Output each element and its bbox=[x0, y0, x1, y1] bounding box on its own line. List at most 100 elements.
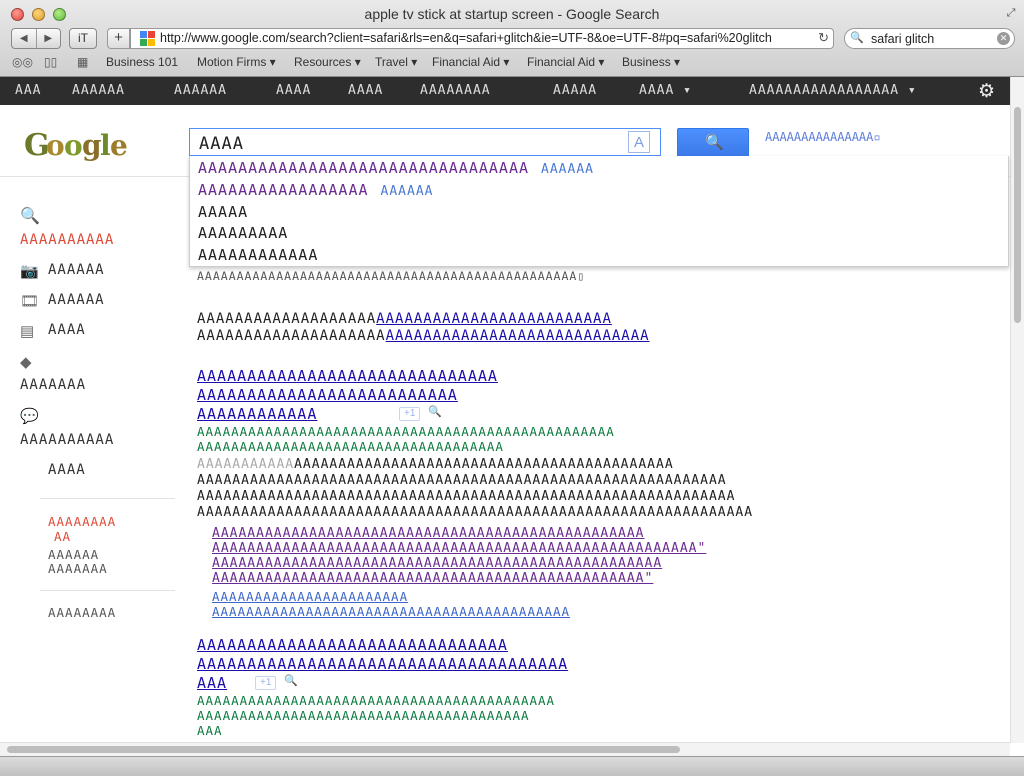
gbar-item-3[interactable]: AAAAAA bbox=[174, 84, 227, 98]
browser-chrome: apple tv stick at startup screen - Googl… bbox=[0, 0, 1024, 77]
bookmark-financial-aid[interactable]: Financial Aid ▾ bbox=[432, 55, 509, 69]
forward-button[interactable]: ▶ bbox=[37, 29, 61, 48]
notice-link-1[interactable]: AAAAAAAAAAAAAAAAAAAAAAAAA bbox=[376, 311, 612, 327]
sitelink[interactable]: AAAAAAAAAAAAAAAAAAAAAAAAAAAAAAAAAAAAAAAA… bbox=[212, 556, 1007, 571]
svg-text:o: o bbox=[46, 129, 65, 162]
it-extension-button[interactable]: iT bbox=[69, 28, 97, 49]
address-bar[interactable]: http://www.google.com/search?client=safa… bbox=[130, 28, 834, 49]
result-title[interactable]: AAAAAAAAAAAAAAAAAAAAAAAAAA bbox=[197, 386, 1007, 404]
suggestion-item[interactable]: AAAAA bbox=[198, 203, 248, 221]
browser-search-input[interactable] bbox=[871, 30, 991, 47]
result-snippet: AAAAAAAAAAAAAAAAAAAAAAAAAAAAAAAAAAAAAAAA… bbox=[197, 489, 736, 504]
search-button[interactable]: 🔍 bbox=[677, 128, 749, 157]
result-url: AAAAAAAAAAAAAAAAAAAAAAAAAAAAAAAAAAAAAAAA… bbox=[197, 693, 556, 708]
gbar-item-2[interactable]: AAAAAA bbox=[72, 84, 125, 98]
bookmark-financial-aid-2[interactable]: Financial Aid ▾ bbox=[527, 55, 604, 69]
suggestion-item[interactable]: AAAAAAAAAAAA bbox=[198, 246, 318, 264]
nav-shopping[interactable]: AAAAAAA bbox=[20, 377, 86, 393]
result-snippet: AAAAAAAAAAAAAAAAAAAAAAAAAAAAAAAAAAAAAAAA… bbox=[197, 505, 754, 520]
tools-selected[interactable]: AAAAAAAA bbox=[48, 514, 116, 529]
suggestion-item[interactable]: AAAAAAAAA bbox=[198, 224, 288, 242]
notice-link-2[interactable]: AAAAAAAAAAAAAAAAAAAAAAAAAAAA bbox=[386, 328, 650, 344]
back-button[interactable]: ◀ bbox=[12, 29, 37, 48]
tools-option-1[interactable]: AAAAAA bbox=[48, 547, 99, 562]
google-doodle-logo[interactable]: G o o g l e bbox=[22, 124, 132, 164]
window-title: apple tv stick at startup screen - Googl… bbox=[364, 6, 660, 22]
gbar-account-menu[interactable]: AAAAAAAAAAAAAAAAA ▾ bbox=[749, 84, 917, 98]
search-input[interactable]: AAAA A bbox=[189, 128, 661, 156]
nav-discussions[interactable]: AAAAAAAAAA bbox=[20, 432, 114, 448]
tools-option-2[interactable]: AAAAAAA bbox=[48, 561, 108, 576]
keyboard-icon[interactable]: A bbox=[628, 131, 650, 153]
window-bottom-frame bbox=[0, 756, 1024, 776]
nav-more[interactable]: AAAA bbox=[48, 462, 86, 478]
tools-bottom[interactable]: AAAAAAAA bbox=[48, 605, 116, 620]
bookmark-business-101[interactable]: Business 101 bbox=[106, 55, 178, 69]
svg-text:g: g bbox=[82, 129, 102, 162]
horizontal-scroll-thumb[interactable] bbox=[7, 746, 680, 753]
search-icon: 🔍 bbox=[705, 134, 724, 151]
more-results-link[interactable]: AAAAAAAAAAAAAAAAAAAAAAAAAAAAAAAAAAAAAAAA… bbox=[212, 604, 1007, 619]
gbar-item-5[interactable]: AAAA bbox=[348, 84, 383, 98]
tools-selected-2[interactable]: AA bbox=[54, 529, 71, 544]
clear-search-icon[interactable]: ✕ bbox=[997, 32, 1010, 45]
vertical-scrollbar[interactable] bbox=[1010, 77, 1024, 743]
result-url: AAA bbox=[197, 723, 223, 738]
gbar-item-6[interactable]: AAAAAAAA bbox=[420, 84, 491, 98]
gbar-item-1[interactable]: AAA bbox=[15, 84, 41, 98]
nav-news[interactable]: AAAA bbox=[48, 322, 86, 338]
result-url: AAAAAAAAAAAAAAAAAAAAAAAAAAAAAAAAAAAAAAAA… bbox=[197, 424, 615, 439]
nav-buttons: ◀ ▶ bbox=[11, 28, 61, 49]
search-query-text[interactable]: AAAA bbox=[199, 134, 244, 154]
bookmark-travel[interactable]: Travel ▾ bbox=[375, 55, 417, 69]
result-stats: AAAAAAAAAAAAAAAAAAAAAAAAAAAAAAAAAAAAAAAA… bbox=[197, 269, 586, 283]
svg-text:e: e bbox=[110, 129, 128, 162]
more-results-link[interactable]: AAAAAAAAAAAAAAAAAAAAAAA bbox=[212, 589, 1007, 604]
result-title[interactable]: AAAAAAAAAAAAAAAAAAAAAAAAAAAAAAA bbox=[197, 636, 1007, 654]
fullscreen-icon[interactable]: ⤢ bbox=[1004, 6, 1018, 20]
bookmark-resources[interactable]: Resources ▾ bbox=[294, 55, 361, 69]
result-title[interactable]: AAAAAAAAAAAAAAAAAAAAAAAAAAAAAA bbox=[197, 367, 1007, 385]
tag-icon: ◆ bbox=[20, 354, 32, 371]
search-icon: 🔍 bbox=[20, 208, 40, 225]
top-sites-grid-icon[interactable]: ▦ bbox=[77, 55, 88, 69]
bookmarks-bar: ◎◎ ▯▯ ▦ Business 101 Motion Firms ▾ Reso… bbox=[0, 54, 1024, 74]
vertical-scroll-thumb[interactable] bbox=[1014, 107, 1021, 323]
result-title[interactable]: AAAAAAAAAAAAAAAAAAAAAAAAAAAAAAAAAAAAA bbox=[197, 655, 1007, 673]
sitelink[interactable]: AAAAAAAAAAAAAAAAAAAAAAAAAAAAAAAAAAAAAAAA… bbox=[212, 571, 1007, 586]
reading-list-icon[interactable]: ◎◎ bbox=[12, 55, 33, 69]
plus-one-button[interactable]: +1 bbox=[255, 676, 277, 690]
suggestion-item[interactable]: AAAAAAAAAAAAAAAAAAAAAAAAAAAAAAAAA AAAAAA bbox=[198, 159, 594, 179]
result-url: AAAAAAAAAAAAAAAAAAAAAAAAAAAAAAAAAAAAAAA bbox=[197, 708, 530, 723]
film-icon: 🎞 bbox=[20, 293, 40, 310]
url-text[interactable]: http://www.google.com/search?client=safa… bbox=[160, 31, 810, 45]
preview-icon[interactable]: 🔍 bbox=[428, 405, 442, 418]
result-url: AAAAAAAAAAAAAAAAAAAAAAAAAAAAAAAAAAAA bbox=[197, 439, 504, 454]
browser-search-field[interactable]: 🔍 ✕ bbox=[844, 28, 1015, 49]
gbar-item-4[interactable]: AAAA bbox=[276, 84, 311, 98]
nav-images[interactable]: AAAAAA bbox=[48, 262, 105, 278]
reload-icon[interactable]: ↻ bbox=[818, 30, 829, 46]
preview-icon[interactable]: 🔍 bbox=[284, 674, 298, 687]
nav-everything[interactable]: AAAAAAAAAA bbox=[20, 232, 114, 248]
add-bookmark-button[interactable]: + bbox=[107, 28, 130, 49]
suggestion-item[interactable]: AAAAAAAAAAAAAAAAA AAAAAA bbox=[198, 181, 434, 201]
result-title[interactable]: AAAAAAAAAAAA bbox=[197, 405, 397, 423]
advanced-search-link[interactable]: AAAAAAAAAAAAAAA▫ bbox=[765, 130, 881, 144]
bookmark-business[interactable]: Business ▾ bbox=[622, 55, 680, 69]
bookmark-motion-firms[interactable]: Motion Firms ▾ bbox=[197, 55, 276, 69]
left-divider bbox=[40, 498, 175, 499]
nav-videos[interactable]: AAAAAA bbox=[48, 292, 105, 308]
gear-icon[interactable]: ⚙ bbox=[978, 80, 995, 103]
plus-one-button[interactable]: +1 bbox=[399, 407, 421, 421]
browser-window: apple tv stick at startup screen - Googl… bbox=[0, 0, 1024, 776]
google-bar: AAA AAAAAA AAAAAA AAAA AAAA AAAAAAAA AAA… bbox=[0, 77, 1010, 105]
sitelink[interactable]: AAAAAAAAAAAAAAAAAAAAAAAAAAAAAAAAAAAAAAAA… bbox=[212, 541, 1007, 556]
result-title[interactable]: AAA bbox=[197, 674, 257, 692]
search-icon: 🔍 bbox=[850, 32, 864, 44]
horizontal-scrollbar[interactable] bbox=[0, 742, 1010, 756]
gbar-more-menu[interactable]: AAAA ▾ bbox=[639, 84, 692, 98]
bookmarks-book-icon[interactable]: ▯▯ bbox=[44, 55, 57, 69]
gbar-item-7[interactable]: AAAAA bbox=[553, 84, 597, 98]
sitelink[interactable]: AAAAAAAAAAAAAAAAAAAAAAAAAAAAAAAAAAAAAAAA… bbox=[212, 526, 1007, 541]
